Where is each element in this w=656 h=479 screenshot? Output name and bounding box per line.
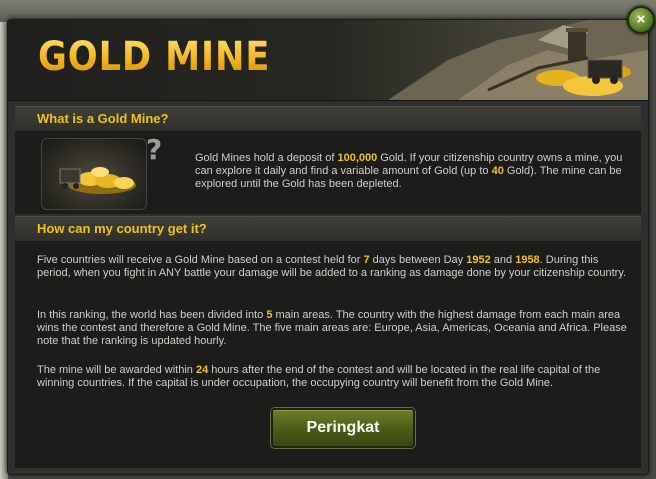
ranking-button[interactable]: Peringkat [271, 408, 415, 448]
mine-scene-illustration [388, 20, 648, 100]
section-what-is-heading: What is a Gold Mine? [15, 106, 641, 132]
section-what-is-title: What is a Gold Mine? [37, 111, 169, 126]
contest-paragraph: Five countries will receive a Gold Mine … [37, 254, 627, 279]
award-paragraph: The mine will be awarded within 24 hours… [37, 364, 601, 389]
ranking-paragraph: In this ranking, the world has been divi… [37, 309, 627, 347]
gold-cart-image [41, 138, 147, 210]
dialog-title: GOLD MINE [38, 34, 271, 80]
question-mark-icon: ? [146, 133, 163, 166]
gold-mine-dialog: GOLD MINE What is a Gold Mine? Gold Mine… [7, 19, 649, 475]
section-how-title: How can my country get it? [37, 221, 207, 236]
dialog-header: GOLD MINE [8, 20, 648, 101]
close-icon[interactable]: × [627, 6, 655, 34]
section-how-heading: How can my country get it? [15, 216, 641, 242]
gold-mine-description: Gold Mines hold a deposit of 100,000 Gol… [195, 152, 623, 190]
